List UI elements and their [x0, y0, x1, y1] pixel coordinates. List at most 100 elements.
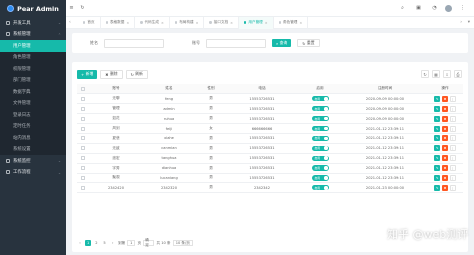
fullscreen-icon[interactable]: ▣ [413, 3, 424, 14]
prev-page-icon[interactable]: ‹ [77, 240, 83, 246]
more-icon[interactable]: ⋮ [449, 135, 456, 142]
page-last[interactable]: 5 [102, 240, 108, 246]
close-icon[interactable]: × [299, 21, 302, 25]
tab[interactable]: 布局构建 × [170, 16, 205, 29]
tab[interactable]: 首页 [78, 16, 101, 29]
row-checkbox[interactable] [81, 126, 85, 131]
edit-icon[interactable]: ✎ [434, 174, 441, 181]
refresh-icon[interactable]: ↻ [77, 3, 88, 14]
more-icon[interactable]: ⋮ [449, 95, 456, 102]
sidebar-item[interactable]: 工作流程 ⌄ [0, 167, 66, 179]
more-icon[interactable]: ⋮ [449, 155, 456, 162]
tab[interactable]: 用户管理 × [239, 16, 274, 29]
delete-icon[interactable]: ✖ [441, 95, 449, 102]
menu-toggle-icon[interactable]: ≡ [66, 3, 77, 14]
sidebar-item[interactable]: 用户管理 [0, 40, 66, 52]
sidebar-item[interactable]: 系统管理 ⌃ [0, 29, 66, 41]
row-checkbox[interactable] [81, 116, 85, 121]
page-size-select[interactable]: 10 条/页 [172, 240, 193, 246]
sidebar-item[interactable]: 部门管理 [0, 74, 66, 86]
delete-icon[interactable]: ✖ [441, 145, 449, 152]
avatar[interactable] [445, 4, 452, 12]
tab[interactable]: 代码生成 × [135, 16, 170, 29]
row-checkbox[interactable] [81, 96, 85, 101]
edit-icon[interactable]: ✎ [434, 95, 441, 102]
sidebar-item[interactable]: 登录日志 [0, 109, 66, 121]
enable-toggle[interactable]: 启用 [311, 116, 329, 122]
enable-toggle[interactable]: 启用 [311, 165, 329, 171]
tab-scroll-left-icon[interactable]: ‹ [69, 20, 71, 25]
edit-icon[interactable]: ✎ [434, 155, 441, 162]
more-icon[interactable]: ⋮ [449, 165, 456, 172]
more-icon[interactable]: ⋮ [449, 174, 456, 181]
close-icon[interactable]: × [126, 21, 129, 25]
delete-icon[interactable]: ✖ [441, 125, 449, 132]
query-button[interactable]: ⌕ 查询 [272, 38, 292, 48]
batch-delete-button[interactable]: ✖ 删除 [100, 70, 123, 79]
more-icon[interactable]: ⋮ [449, 125, 456, 132]
delete-icon[interactable]: ✖ [441, 115, 449, 122]
delete-icon[interactable]: ✖ [441, 165, 449, 172]
tab-close-all-icon[interactable]: ▾ [468, 20, 470, 25]
export-icon[interactable]: ⇩ [443, 70, 451, 78]
edit-icon[interactable]: ✎ [434, 105, 441, 112]
row-checkbox[interactable] [81, 146, 85, 151]
sidebar-item[interactable]: 系统设置 [0, 143, 66, 155]
edit-icon[interactable]: ✎ [434, 165, 441, 172]
select-all-checkbox[interactable] [81, 86, 85, 91]
sidebar-item[interactable]: 系统监控 ⌄ [0, 155, 66, 167]
sidebar-item[interactable]: 定时任务 [0, 120, 66, 132]
edit-icon[interactable]: ✎ [434, 135, 441, 142]
page-1[interactable]: 1 [85, 240, 92, 246]
enable-toggle[interactable]: 启用 [311, 175, 329, 181]
edit-icon[interactable]: ✎ [434, 145, 441, 152]
tab-scroll-right-icon[interactable]: › [460, 20, 462, 25]
edit-icon[interactable]: ✎ [434, 115, 441, 122]
page-input[interactable]: 1 [127, 240, 136, 246]
sidebar-item[interactable]: 数据字典 [0, 86, 66, 98]
name-input[interactable] [104, 38, 164, 48]
enable-toggle[interactable]: 启用 [311, 185, 329, 191]
close-icon[interactable]: × [161, 21, 164, 25]
edit-icon[interactable]: ✎ [434, 125, 441, 132]
row-checkbox[interactable] [81, 175, 85, 180]
delete-icon[interactable]: ✖ [441, 155, 449, 162]
enable-toggle[interactable]: 启用 [311, 145, 329, 151]
row-checkbox[interactable] [81, 136, 85, 141]
add-button[interactable]: + 新增 [77, 70, 98, 79]
account-input[interactable] [206, 38, 266, 48]
row-checkbox[interactable] [81, 185, 85, 190]
sidebar-item[interactable]: 角色管理 [0, 51, 66, 63]
next-page-icon[interactable]: › [110, 240, 116, 246]
sidebar-item[interactable]: 权限管理 [0, 63, 66, 75]
refresh-table-icon[interactable]: ↻ [421, 70, 429, 78]
edit-icon[interactable]: ✎ [434, 184, 441, 191]
confirm-button[interactable]: 确定 [143, 238, 155, 247]
delete-icon[interactable]: ✖ [441, 135, 449, 142]
close-icon[interactable]: × [230, 21, 233, 25]
page-2[interactable]: 2 [93, 240, 99, 246]
more-icon[interactable]: ⋮ [449, 115, 456, 122]
reset-button[interactable]: ↻ 重置 [297, 38, 320, 48]
delete-icon[interactable]: ✖ [441, 174, 449, 181]
row-checkbox[interactable] [81, 156, 85, 161]
enable-toggle[interactable]: 启用 [311, 135, 329, 141]
sidebar-item[interactable]: 开发工具 ⌄ [0, 17, 66, 29]
tab[interactable]: 表格数据 × [101, 16, 136, 29]
row-checkbox[interactable] [81, 166, 85, 171]
row-checkbox[interactable] [81, 106, 85, 111]
tab[interactable]: 接口文档 × [204, 16, 240, 29]
enable-toggle[interactable]: 启用 [311, 96, 329, 102]
columns-icon[interactable]: ▦ [432, 70, 440, 78]
enable-toggle[interactable]: 启用 [311, 106, 329, 112]
refresh-button[interactable]: ↻ 刷新 [125, 70, 148, 79]
bell-icon[interactable]: ◔ [429, 3, 440, 14]
print-icon[interactable]: ⎙ [454, 70, 462, 78]
enable-toggle[interactable]: 启用 [311, 125, 329, 132]
search-icon[interactable]: ⌕ [397, 3, 408, 14]
sidebar-item[interactable]: 文件管理 [0, 97, 66, 109]
delete-icon[interactable]: ✖ [441, 105, 449, 112]
delete-icon[interactable]: ✖ [441, 184, 449, 191]
close-icon[interactable]: × [196, 21, 199, 25]
more-icon[interactable]: ⋮ [449, 145, 456, 152]
